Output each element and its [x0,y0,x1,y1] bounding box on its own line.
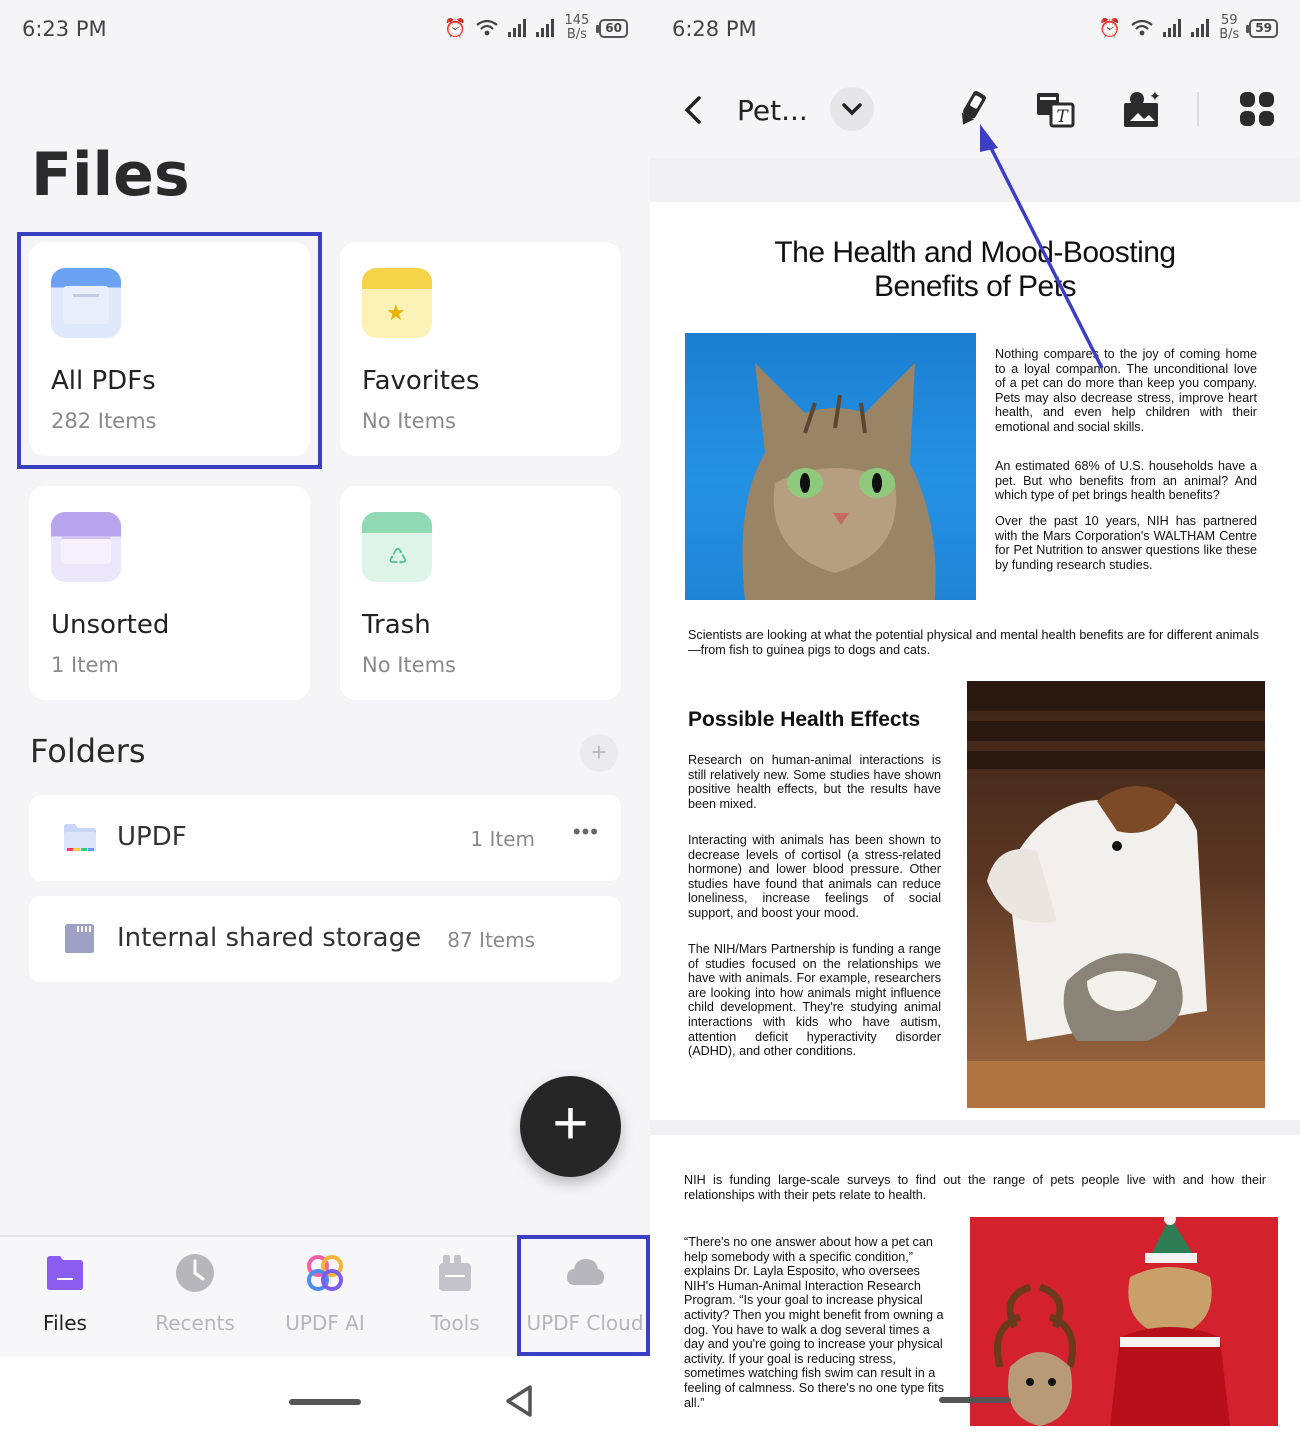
pdf-paragraph: Research on human-animal interactions is… [688,753,941,811]
star-folder-icon: ★ [362,268,432,338]
tab-updf-ai[interactable]: UPDF AI [260,1237,390,1359]
pdf-title-line: The Health and Mood-Boosting [774,236,1176,269]
page-title: Files [31,140,190,210]
folders-heading: Folders [30,732,146,770]
recycle-bin-icon: ♺ [362,512,432,582]
folder-row-internal-storage[interactable]: Internal shared storage 87 Items [29,896,621,982]
card-trash[interactable]: ♺ Trash No Items [340,486,621,700]
dogs-in-costume-photo [970,1217,1278,1426]
pdf-toolbar: Pet... T ✦ [650,60,1300,158]
highlight-box [517,1235,650,1356]
files-icon [47,1256,83,1290]
section-heading: Possible Health Effects [688,708,921,731]
card-unsorted[interactable]: Unsorted 1 Item [29,486,310,700]
card-count: No Items [362,409,456,433]
pdf-paragraph: Interacting with animals has been shown … [688,833,941,920]
ai-icon [307,1255,343,1291]
pdf-paragraph: Over the past 10 years, NIH has partnere… [995,514,1257,572]
tab-label: Files [43,1311,87,1335]
card-count: 1 Item [51,653,119,677]
home-handle[interactable] [289,1399,361,1405]
network-speed: 59 B/s [1219,13,1240,42]
tab-tools[interactable]: Tools [390,1237,520,1359]
files-screen: 6:23 PM ⏰ 145 B/s 60 Files All PDFs 282 I… [0,0,650,1444]
more-options-icon[interactable]: ••• [573,819,599,845]
signal-icon [1191,19,1210,37]
folder-name: UPDF [117,822,187,852]
folder-count: 1 Item [470,827,535,851]
chevron-down-icon [842,103,862,116]
network-speed: 145 B/s [564,13,590,42]
toolbar-divider [1197,92,1199,126]
wifi-icon [1131,19,1153,36]
back-arrow-icon[interactable] [682,95,704,125]
image-edit-icon[interactable]: ✦ [1122,89,1162,129]
pdf-paragraph: NIH is funding large-scale surveys to fi… [684,1173,1266,1202]
folder-count: 87 Items [447,928,535,952]
tab-label: UPDF AI [285,1311,365,1335]
folder-icon [64,824,96,851]
status-time: 6:23 PM [22,17,107,41]
folder-name: Internal shared storage [117,923,422,953]
tab-label: Recents [155,1311,235,1335]
card-count: No Items [362,653,456,677]
tab-recents[interactable]: Recents [130,1237,260,1359]
svg-text:T: T [1056,107,1069,127]
svg-text:✦: ✦ [1149,89,1161,105]
tray-icon [51,512,121,582]
battery-icon: 60 [596,18,628,38]
tools-icon [439,1255,471,1291]
cat-photo [685,333,976,600]
card-label: Trash [362,610,431,640]
dog-and-cat-photo [967,681,1265,1108]
signal-icon [1163,19,1182,37]
add-folder-button[interactable]: + [580,734,618,772]
document-title: Pet... [737,94,808,127]
alarm-icon: ⏰ [444,17,467,39]
system-nav-bar [0,1357,650,1444]
card-label: Unsorted [51,610,170,640]
add-fab-button[interactable]: + [520,1076,621,1177]
tab-files[interactable]: Files [0,1237,130,1359]
pdf-page-1: The Health and Mood-Boosting Benefits of… [650,202,1300,1120]
pdf-paragraph: Nothing compares to the joy of coming ho… [995,347,1257,434]
plus-icon: + [552,1089,589,1158]
pdf-paragraph: Scientists are looking at what the poten… [688,628,1260,657]
pdf-paragraph: The NIH/Mars Partnership is funding a ra… [688,942,941,1059]
pdf-viewer-screen: 6:28 PM ⏰ 59 B/s 59 Pet... T ✦ The Health… [650,0,1300,1444]
alarm-icon: ⏰ [1098,17,1122,39]
card-label: Favorites [362,366,480,396]
clock-icon [176,1254,214,1292]
back-triangle-icon[interactable] [504,1384,534,1418]
pdf-paragraph: “There's no one answer about how a pet c… [684,1235,945,1410]
wifi-icon [476,19,499,36]
home-handle[interactable] [939,1397,1011,1403]
sd-card-icon [65,924,94,953]
pdf-paragraph: An estimated 68% of U.S. households have… [995,459,1257,503]
signal-icon [508,19,527,37]
status-time: 6:28 PM [672,17,757,41]
status-bar: 6:23 PM ⏰ 145 B/s 60 [0,0,650,60]
signal-icon [536,19,555,37]
folder-row-updf[interactable]: UPDF 1 Item ••• [29,795,621,881]
pen-edit-icon[interactable] [952,89,992,129]
tab-label: Tools [430,1311,480,1335]
pdf-title: The Health and Mood-Boosting Benefits of… [650,236,1300,304]
document-menu-button[interactable] [830,87,874,131]
battery-icon: 59 [1246,18,1278,38]
highlight-box [17,232,322,469]
grid-menu-icon[interactable] [1237,89,1277,129]
pdf-title-line: Benefits of Pets [873,270,1077,303]
text-edit-icon[interactable]: T [1035,89,1075,129]
status-bar: 6:28 PM ⏰ 59 B/s 59 [650,0,1300,60]
card-favorites[interactable]: ★ Favorites No Items [340,242,621,456]
